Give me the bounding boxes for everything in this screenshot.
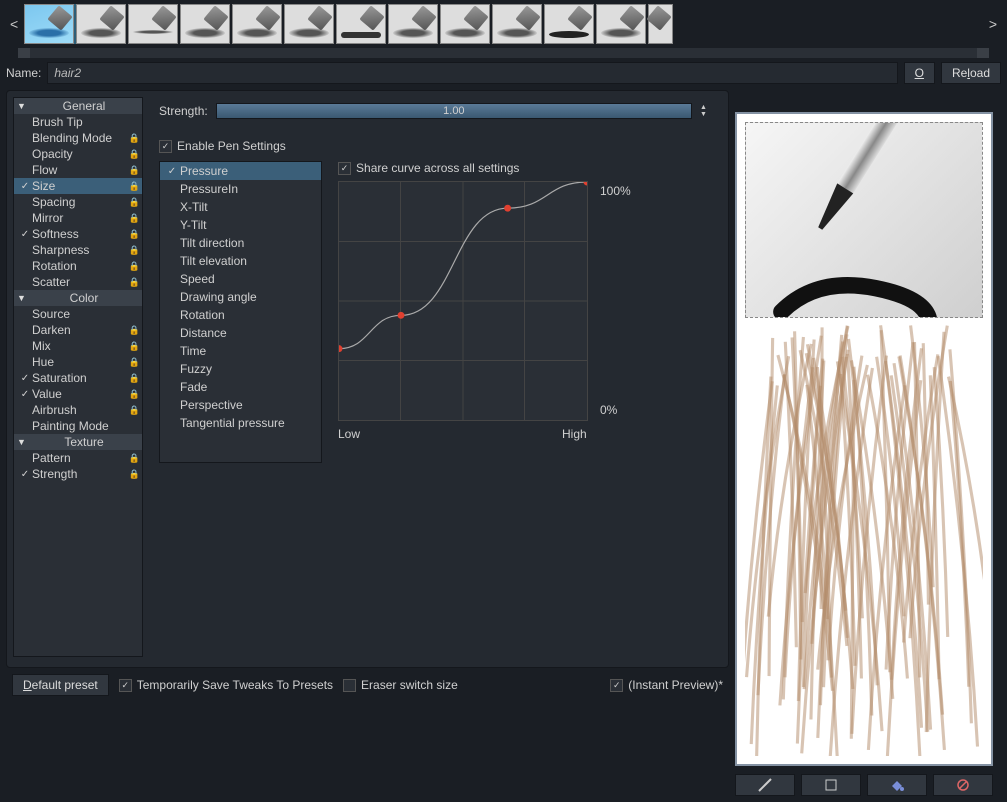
preview-frame xyxy=(735,112,993,766)
tree-item-painting-mode[interactable]: Painting Mode xyxy=(14,418,142,434)
preset-name-input[interactable] xyxy=(47,62,897,84)
strip-prev[interactable]: < xyxy=(6,16,22,32)
curve-axis-low: Low xyxy=(338,427,360,441)
input-speed[interactable]: Speed xyxy=(160,270,321,288)
reload-button[interactable]: Reload xyxy=(941,62,1001,84)
curve-axis-0: 0% xyxy=(600,403,617,417)
bottom-bar: Default preset ✓ Temporarily Save Tweaks… xyxy=(6,668,729,702)
tree-item-hue[interactable]: Hue🔒 xyxy=(14,354,142,370)
temp-save-checkbox[interactable]: ✓ Temporarily Save Tweaks To Presets xyxy=(119,678,333,692)
preview-mode-fill-icon[interactable] xyxy=(867,774,927,796)
curve-editor[interactable] xyxy=(338,181,588,421)
eraser-switch-checkbox[interactable]: Eraser switch size xyxy=(343,678,458,692)
enable-pen-label: nable Pen Settings xyxy=(185,139,286,153)
brush-preset-1[interactable] xyxy=(76,4,126,44)
strength-spinner[interactable]: ▲▼ xyxy=(700,104,712,118)
input-fuzzy[interactable]: Fuzzy xyxy=(160,360,321,378)
tree-item-flow[interactable]: Flow🔒 xyxy=(14,162,142,178)
preview-mode-brush-icon[interactable] xyxy=(735,774,795,796)
tree-item-mix[interactable]: Mix🔒 xyxy=(14,338,142,354)
tree-section-general[interactable]: ▼General xyxy=(14,98,142,114)
brush-preset-5[interactable] xyxy=(284,4,334,44)
input-fade[interactable]: Fade xyxy=(160,378,321,396)
brush-thumbnails xyxy=(24,4,983,44)
strip-scrollbar[interactable] xyxy=(30,48,977,58)
brush-preset-11[interactable] xyxy=(596,4,646,44)
tree-section-texture[interactable]: ▼Texture xyxy=(14,434,142,450)
input-perspective[interactable]: Perspective xyxy=(160,396,321,414)
preview-mode-rect-icon[interactable] xyxy=(801,774,861,796)
input-distance[interactable]: Distance xyxy=(160,324,321,342)
input-pressurein[interactable]: PressureIn xyxy=(160,180,321,198)
brush-preset-9[interactable] xyxy=(492,4,542,44)
tree-item-opacity[interactable]: Opacity🔒 xyxy=(14,146,142,162)
tree-item-value[interactable]: ✓Value🔒 xyxy=(14,386,142,402)
brush-preset-10[interactable] xyxy=(544,4,594,44)
sensor-inputs-list[interactable]: ✓PressurePressureInX-TiltY-TiltTilt dire… xyxy=(159,161,322,463)
default-preset-button[interactable]: Default preset xyxy=(12,674,109,696)
tree-item-size[interactable]: ✓Size🔒 xyxy=(14,178,142,194)
instant-preview-checkbox[interactable]: ✓ (Instant Preview)* xyxy=(610,678,723,692)
tree-item-sharpness[interactable]: Sharpness🔒 xyxy=(14,242,142,258)
input-drawing-angle[interactable]: Drawing angle xyxy=(160,288,321,306)
tree-item-saturation[interactable]: ✓Saturation🔒 xyxy=(14,370,142,386)
input-x-tilt[interactable]: X-Tilt xyxy=(160,198,321,216)
input-y-tilt[interactable]: Y-Tilt xyxy=(160,216,321,234)
input-time[interactable]: Time xyxy=(160,342,321,360)
strength-slider[interactable]: 1.00 xyxy=(216,103,692,119)
settings-tree[interactable]: ▼GeneralBrush TipBlending Mode🔒Opacity🔒F… xyxy=(13,97,143,657)
tree-item-pattern[interactable]: Pattern🔒 xyxy=(14,450,142,466)
brush-preset-3[interactable] xyxy=(180,4,230,44)
tree-item-brush-tip[interactable]: Brush Tip xyxy=(14,114,142,130)
preset-name-row: Name: O Reload xyxy=(0,60,1007,90)
brush-preset-strip: < > xyxy=(0,0,1007,48)
tree-item-softness[interactable]: ✓Softness🔒 xyxy=(14,226,142,242)
input-tilt-elevation[interactable]: Tilt elevation xyxy=(160,252,321,270)
brush-preset-6[interactable] xyxy=(336,4,386,44)
tree-item-mirror[interactable]: Mirror🔒 xyxy=(14,210,142,226)
brush-preset-4[interactable] xyxy=(232,4,282,44)
input-tangential-pressure[interactable]: Tangential pressure xyxy=(160,414,321,432)
tree-item-darken[interactable]: Darken🔒 xyxy=(14,322,142,338)
share-curve-row[interactable]: ✓ Share curve across all settings xyxy=(338,161,712,175)
tree-item-scatter[interactable]: Scatter🔒 xyxy=(14,274,142,290)
enable-pen-row[interactable]: ✓ Enable Pen Settings xyxy=(159,139,712,153)
curve-axis-high: High xyxy=(562,427,587,441)
brush-preset-8[interactable] xyxy=(440,4,490,44)
preview-mode-disabled-icon[interactable] xyxy=(933,774,993,796)
tree-item-airbrush[interactable]: Airbrush🔒 xyxy=(14,402,142,418)
brush-preset-7[interactable] xyxy=(388,4,438,44)
tree-item-spacing[interactable]: Spacing🔒 xyxy=(14,194,142,210)
settings-panel: ▼GeneralBrush TipBlending Mode🔒Opacity🔒F… xyxy=(6,90,729,668)
strength-label: Strength: xyxy=(159,104,208,118)
input-rotation[interactable]: Rotation xyxy=(160,306,321,324)
tree-section-color[interactable]: ▼Color xyxy=(14,290,142,306)
curve-axis-100: 100% xyxy=(600,184,631,198)
input-pressure[interactable]: ✓Pressure xyxy=(160,162,321,180)
name-label: Name: xyxy=(6,66,41,80)
strip-next[interactable]: > xyxy=(985,16,1001,32)
overwrite-preset-button[interactable]: O xyxy=(904,62,935,84)
tree-item-rotation[interactable]: Rotation🔒 xyxy=(14,258,142,274)
preview-stroke-sample xyxy=(745,324,983,756)
brush-preset-2[interactable] xyxy=(128,4,178,44)
brush-preset-12[interactable] xyxy=(648,4,673,44)
tree-item-source[interactable]: Source xyxy=(14,306,142,322)
brush-preset-0[interactable] xyxy=(24,4,74,44)
preview-brush-tip xyxy=(745,122,983,318)
tree-item-strength[interactable]: ✓Strength🔒 xyxy=(14,466,142,482)
tree-item-blending-mode[interactable]: Blending Mode🔒 xyxy=(14,130,142,146)
input-tilt-direction[interactable]: Tilt direction xyxy=(160,234,321,252)
